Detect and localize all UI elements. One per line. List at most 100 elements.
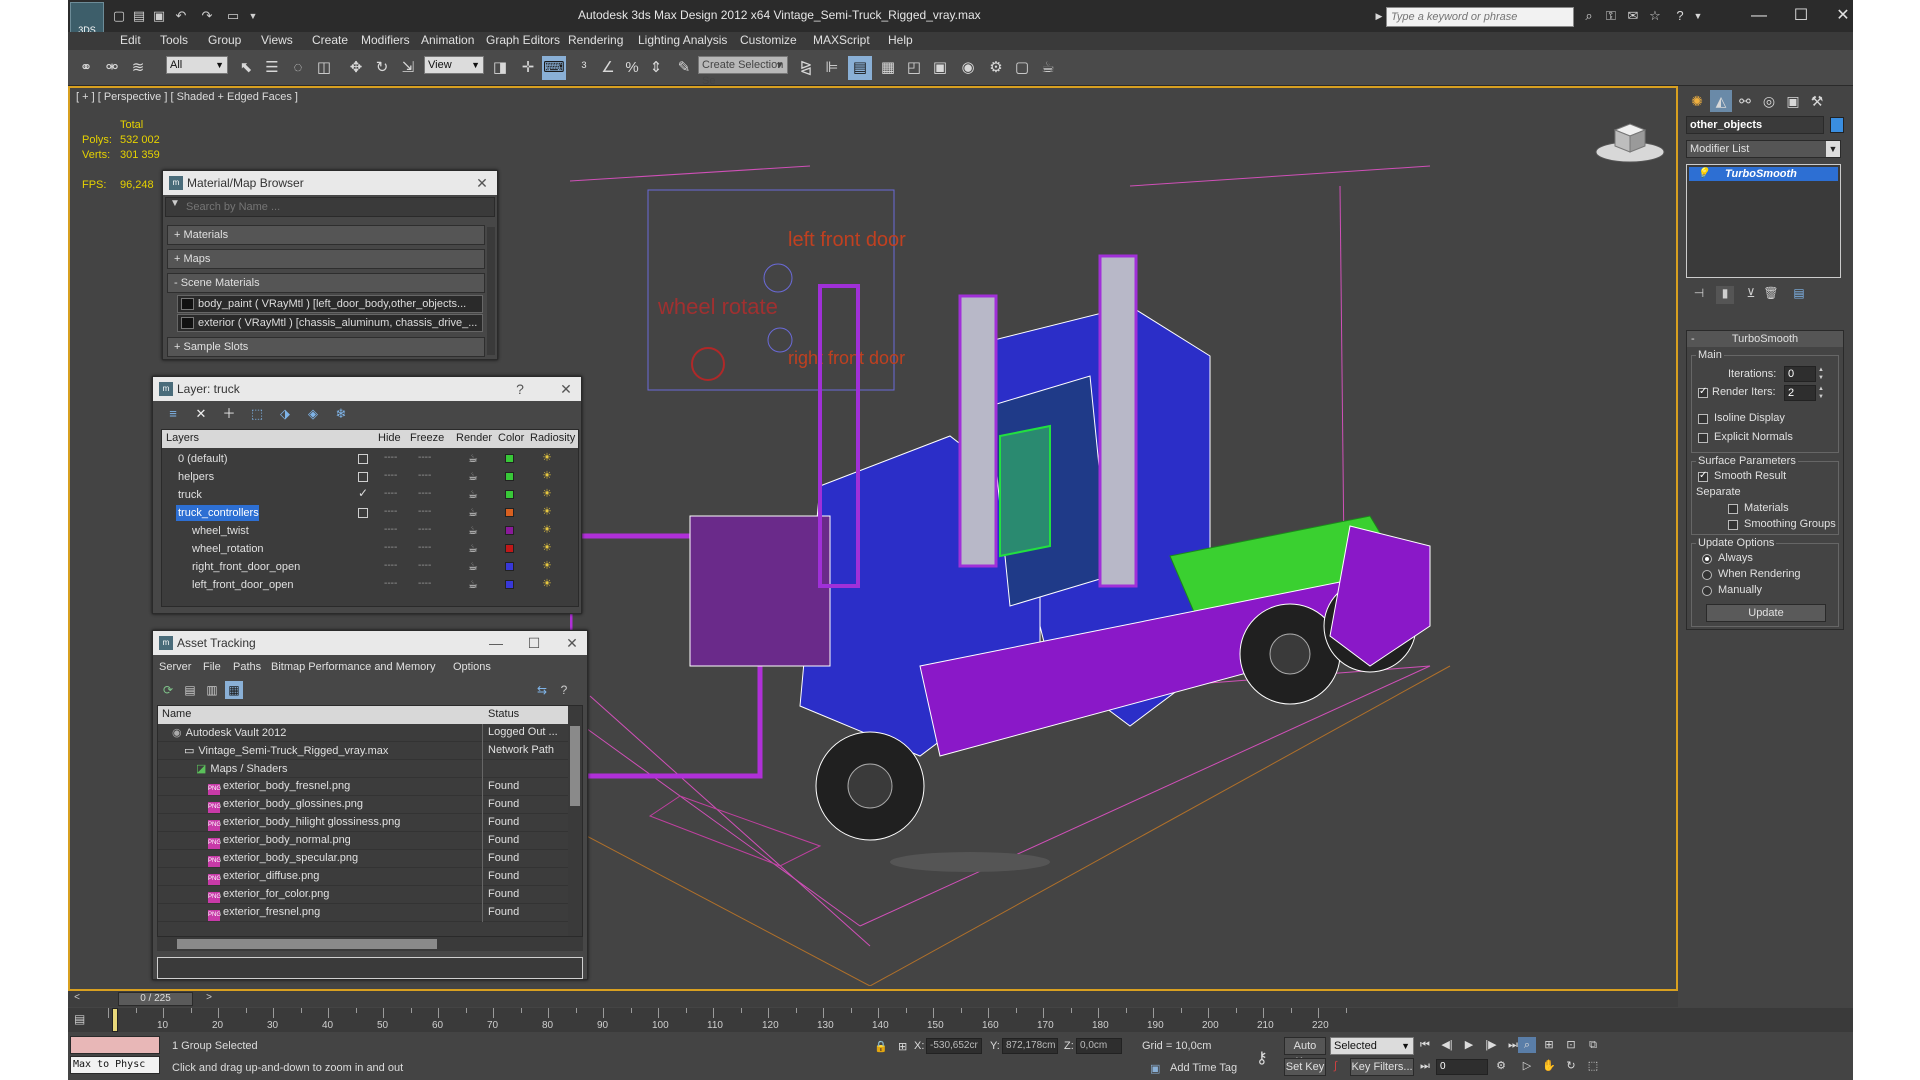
asset-row[interactable]: PNG exterior_body_fresnel.png Found <box>158 778 568 796</box>
refresh-icon[interactable]: ⟳ <box>159 681 177 699</box>
hide-toggle[interactable]: ---- <box>384 560 397 571</box>
maximize-icon[interactable]: ☐ <box>1786 5 1816 27</box>
unlink-icon[interactable]: ⚮ <box>100 56 124 80</box>
play-icon[interactable]: ▶ <box>1460 1037 1478 1053</box>
select-highlighted-icon[interactable]: ⬚ <box>247 405 267 423</box>
layer-color-swatch[interactable] <box>505 580 514 589</box>
show-end-result-icon[interactable]: ▮ <box>1716 286 1734 304</box>
menu-group[interactable]: Group <box>208 33 241 47</box>
modifier-list-dropdown[interactable]: Modifier List ▼ <box>1686 140 1841 158</box>
current-frame-field[interactable]: 0 <box>1436 1059 1488 1075</box>
menu-help[interactable]: Help <box>888 33 913 47</box>
project-folder-icon[interactable]: ▭ <box>224 8 242 24</box>
freeze-all-layers-icon[interactable]: ❄ <box>331 405 351 423</box>
layer-row[interactable]: truck_controllers ---- ---- ☕ ☀ <box>162 504 578 522</box>
new-file-icon[interactable]: ▢ <box>110 8 128 24</box>
key-filters-button[interactable]: Key Filters... <box>1350 1058 1414 1076</box>
render-teapot-icon[interactable]: ☕ <box>468 542 478 555</box>
y-coordinate-field[interactable]: 872,178cm <box>1002 1038 1058 1054</box>
communication-icon[interactable]: ✉ <box>1624 8 1642 24</box>
schematic-view-icon[interactable]: ▣ <box>928 56 952 80</box>
next-frame-icon[interactable]: |▶ <box>1482 1037 1500 1053</box>
help-dropdown-icon[interactable]: ▼ <box>1689 8 1707 24</box>
hide-all-layers-icon[interactable]: ◈ <box>303 405 323 423</box>
turbosmooth-stack-item[interactable]: 💡 TurboSmooth <box>1689 167 1838 181</box>
asset-row[interactable]: PNG exterior_for_color.png Found <box>158 886 568 904</box>
freeze-toggle[interactable]: ---- <box>418 488 431 499</box>
asset-horizontal-scrollbar[interactable] <box>157 937 583 951</box>
layer-row[interactable]: right_front_door_open ---- ---- ☕ ☀ <box>162 558 578 576</box>
modify-tab-icon[interactable]: ◭ <box>1710 90 1732 112</box>
object-color-swatch[interactable] <box>1830 117 1844 133</box>
menu-rendering[interactable]: Rendering <box>568 33 623 47</box>
layer-row[interactable]: 0 (default) ---- ---- ☕ ☀ <box>162 450 578 468</box>
freeze-toggle[interactable]: ---- <box>418 524 431 535</box>
keyword-search-input[interactable] <box>1387 8 1573 26</box>
menu-bitmap-performance[interactable]: Bitmap Performance and Memory <box>271 661 435 673</box>
angle-snap-icon[interactable]: ∠ <box>596 56 620 80</box>
layer-name[interactable]: truck_controllers <box>176 505 259 521</box>
layer-name[interactable]: 0 (default) <box>176 451 228 467</box>
go-to-start-icon[interactable]: ⏮ <box>1416 1037 1434 1053</box>
list-view-icon[interactable]: ▤ <box>181 681 199 699</box>
column-color[interactable]: Color <box>498 432 524 444</box>
hide-toggle[interactable]: ---- <box>384 470 397 481</box>
current-layer-box[interactable] <box>358 454 368 464</box>
pin-stack-icon[interactable]: ⊣ <box>1690 286 1708 304</box>
close-icon[interactable]: ✕ <box>561 634 583 652</box>
app-logo[interactable]: 3DS <box>70 2 104 36</box>
render-production-icon[interactable]: ☕ <box>1036 56 1060 80</box>
align-icon[interactable]: ⊫ <box>820 56 844 80</box>
asset-row[interactable]: ◉ Autodesk Vault 2012 Logged Out ... <box>158 724 568 742</box>
subscription-icon[interactable]: ⚿ <box>1602 8 1620 24</box>
render-setup-icon[interactable]: ⚙ <box>984 56 1008 80</box>
layer-name[interactable]: right_front_door_open <box>190 559 300 575</box>
scrollbar-thumb[interactable] <box>570 726 580 806</box>
hide-toggle[interactable]: ---- <box>384 578 397 589</box>
material-search-input[interactable] <box>186 199 486 215</box>
z-coordinate-field[interactable]: 0,0cm <box>1076 1038 1122 1054</box>
truck-wireframe-scene[interactable]: left front door wheel rotate right front… <box>570 106 1670 986</box>
time-slider-thumb[interactable]: 0 / 225 <box>118 992 193 1006</box>
layer-name[interactable]: truck <box>176 487 202 503</box>
help-icon[interactable]: ? <box>555 681 573 699</box>
render-iters-spinner[interactable]: 2 <box>1784 385 1816 401</box>
menu-customize[interactable]: Customize <box>740 33 797 47</box>
freeze-toggle[interactable]: ---- <box>418 542 431 553</box>
column-radiosity[interactable]: Radiosity <box>530 432 575 444</box>
scale-icon[interactable]: ⇲ <box>396 56 420 80</box>
viewport-label[interactable]: [ + ] [ Perspective ] [ Shaded + Edged F… <box>76 91 298 103</box>
layer-name[interactable]: left_front_door_open <box>190 577 294 593</box>
hide-toggle[interactable]: ---- <box>384 506 397 517</box>
radiosity-icon[interactable]: ☀ <box>542 469 552 482</box>
spinner-snap-icon[interactable]: ⇕ <box>644 56 668 80</box>
window-crossing-icon[interactable]: ◫ <box>312 56 336 80</box>
pan-view-icon[interactable]: ✋ <box>1540 1058 1558 1074</box>
column-render[interactable]: Render <box>456 432 492 444</box>
quick-access-dropdown-icon[interactable]: ▼ <box>244 8 262 24</box>
menu-animation[interactable]: Animation <box>421 33 474 47</box>
layer-row[interactable]: truck ✓ ---- ---- ☕ ☀ <box>162 486 578 504</box>
layer-row[interactable]: left_front_door_open ---- ---- ☕ ☀ <box>162 576 578 594</box>
maxscript-listener-pink[interactable] <box>70 1036 160 1054</box>
scene-materials-section[interactable]: - Scene Materials <box>167 273 485 293</box>
select-manipulate-icon[interactable]: ✛ <box>516 56 540 80</box>
favorites-star-icon[interactable]: ☆ <box>1646 8 1664 24</box>
close-icon[interactable]: ✕ <box>555 380 577 398</box>
table-view-icon[interactable]: ▦ <box>225 681 243 699</box>
freeze-toggle[interactable]: ---- <box>418 578 431 589</box>
time-tag-icon[interactable]: ▣ <box>1150 1062 1160 1075</box>
menu-modifiers[interactable]: Modifiers <box>361 33 410 47</box>
close-icon[interactable]: ✕ <box>471 174 493 192</box>
asset-row[interactable]: PNG exterior_diffuse.png Found <box>158 868 568 886</box>
pivot-center-icon[interactable]: ◨ <box>488 56 512 80</box>
percent-snap-icon[interactable]: % <box>620 56 644 80</box>
hide-toggle[interactable]: ---- <box>384 488 397 499</box>
menu-graph-editors[interactable]: Graph Editors <box>486 33 560 47</box>
layer-row[interactable]: helpers ---- ---- ☕ ☀ <box>162 468 578 486</box>
menu-views[interactable]: Views <box>261 33 293 47</box>
zoom-all-icon[interactable]: ⊞ <box>1540 1037 1558 1053</box>
create-tab-icon[interactable]: ✺ <box>1686 90 1708 112</box>
layer-color-swatch[interactable] <box>505 454 514 463</box>
zoom-extents-all-icon[interactable]: ⧉ <box>1584 1037 1602 1053</box>
